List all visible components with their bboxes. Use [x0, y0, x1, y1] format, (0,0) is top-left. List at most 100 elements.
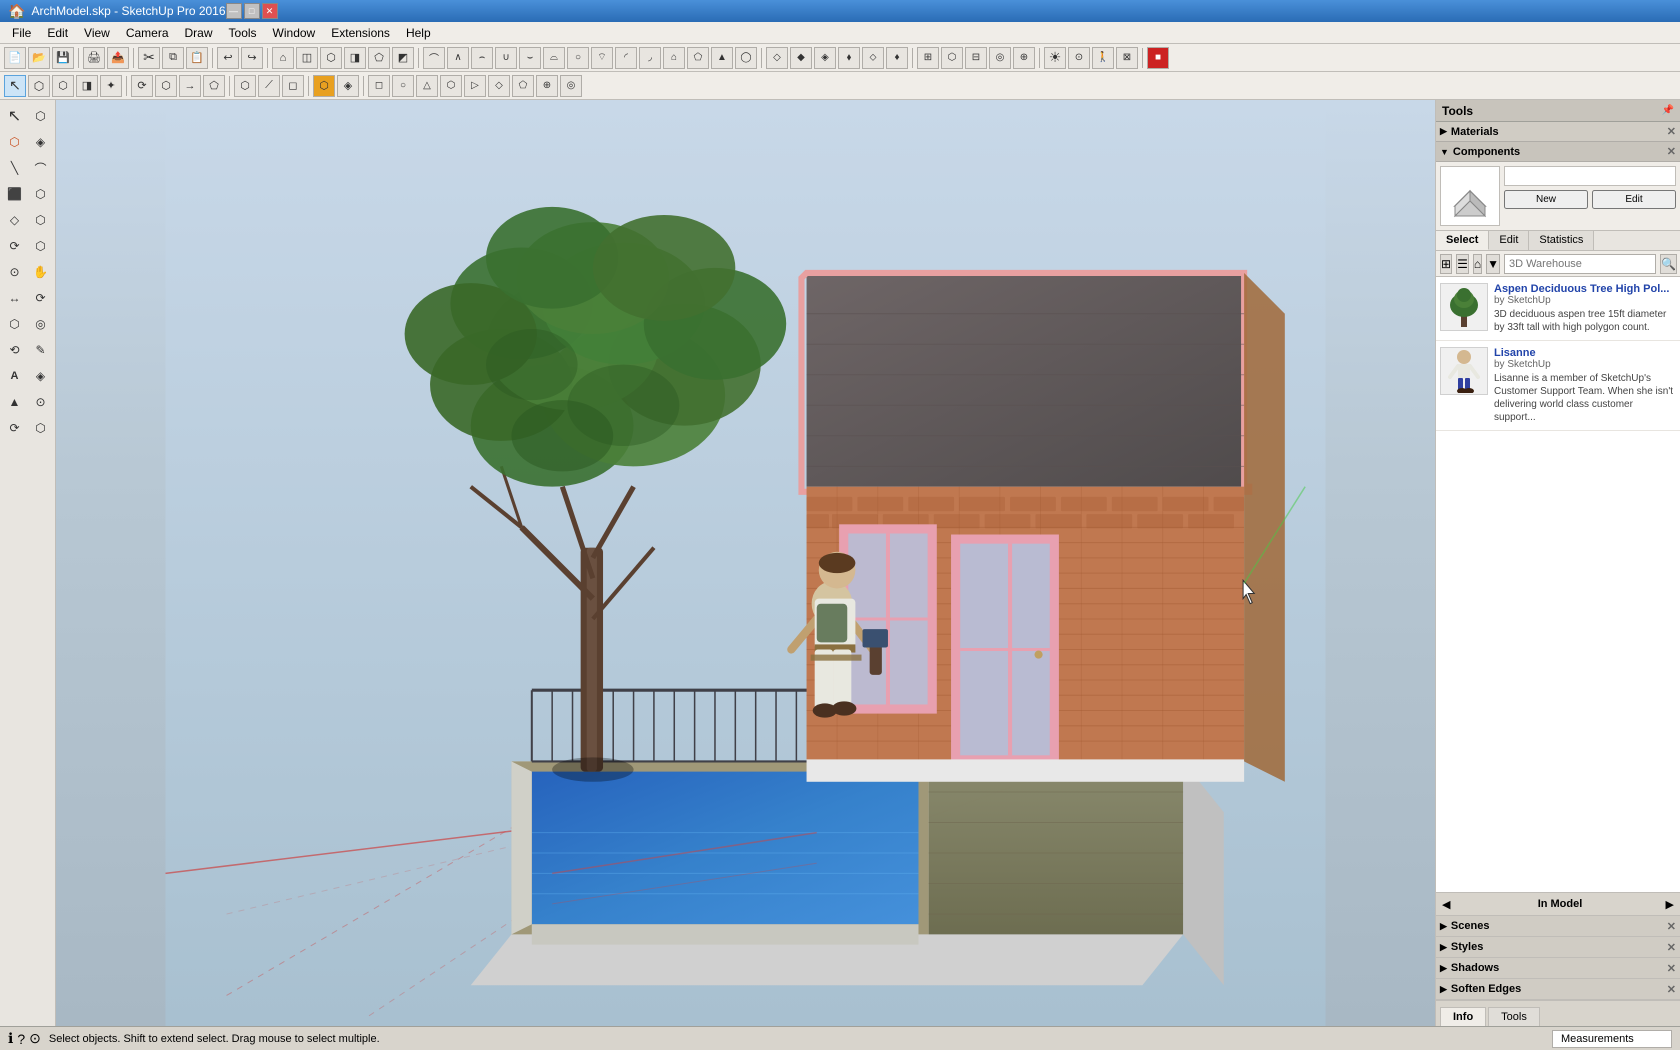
- tb-pentagon[interactable]: ⬠: [687, 47, 709, 69]
- tb-eraser[interactable]: ⬡: [52, 75, 74, 97]
- warehouse-search-input[interactable]: [1504, 254, 1656, 274]
- tb-push-pull[interactable]: ⬡: [234, 75, 256, 97]
- tb-s1[interactable]: ◻: [368, 75, 390, 97]
- shape-tool2[interactable]: ⬡: [29, 182, 53, 206]
- tb-arc2[interactable]: ∧: [447, 47, 469, 69]
- extra-tool1[interactable]: ⟳: [3, 416, 27, 440]
- help-icon[interactable]: ?: [17, 1031, 25, 1047]
- text-tool[interactable]: A: [3, 364, 27, 388]
- menu-camera[interactable]: Camera: [118, 24, 177, 42]
- tb-arc5[interactable]: ⌣: [519, 47, 541, 69]
- tb-follow2[interactable]: ◈: [337, 75, 359, 97]
- back-btn[interactable]: ▼: [1486, 254, 1500, 274]
- tb-layers[interactable]: ⊞: [917, 47, 939, 69]
- tb-box1[interactable]: ◫: [296, 47, 318, 69]
- close-button[interactable]: ✕: [262, 3, 278, 19]
- pin-icon[interactable]: 📌: [1662, 105, 1674, 116]
- tb-arc6[interactable]: ⌓: [543, 47, 565, 69]
- tab-info[interactable]: Info: [1440, 1007, 1486, 1026]
- paint-tool[interactable]: ⬡: [3, 130, 27, 154]
- preview-name-input[interactable]: [1504, 166, 1676, 186]
- push-pull-tool[interactable]: ⟳: [3, 234, 27, 258]
- components-section-header[interactable]: ▼ Components ✕: [1436, 142, 1680, 162]
- tape-tool[interactable]: ✎: [29, 338, 53, 362]
- scenes-close[interactable]: ✕: [1667, 920, 1676, 933]
- tb-box3[interactable]: ◨: [344, 47, 366, 69]
- tb-s4[interactable]: ⬡: [440, 75, 462, 97]
- tb-export[interactable]: 📤: [107, 47, 129, 69]
- menu-extensions[interactable]: Extensions: [323, 24, 398, 42]
- menu-tools[interactable]: Tools: [221, 24, 265, 42]
- tb-3d[interactable]: ◩: [392, 47, 414, 69]
- shape-tool1[interactable]: ⬛: [3, 182, 27, 206]
- view-list-btn[interactable]: ☰: [1456, 254, 1469, 274]
- soften-edges-header[interactable]: ▶ Soften Edges ✕: [1436, 979, 1680, 999]
- paint-tool2[interactable]: ◈: [29, 130, 53, 154]
- materials-close[interactable]: ✕: [1667, 125, 1676, 138]
- styles-header[interactable]: ▶ Styles ✕: [1436, 937, 1680, 957]
- soften-edges-close[interactable]: ✕: [1667, 983, 1676, 996]
- tb-push-pull2[interactable]: ⬡: [313, 75, 335, 97]
- look-tool[interactable]: ◎: [29, 312, 53, 336]
- tb-paint[interactable]: ◨: [76, 75, 98, 97]
- measurements-field[interactable]: Measurements: [1552, 1030, 1672, 1048]
- tab-tools-bottom[interactable]: Tools: [1488, 1007, 1540, 1026]
- axis-tool[interactable]: ▲: [3, 390, 27, 414]
- info-icon[interactable]: ℹ: [8, 1030, 13, 1047]
- shadows-close[interactable]: ✕: [1667, 962, 1676, 975]
- tb-s2[interactable]: ○: [392, 75, 414, 97]
- tb-arc10[interactable]: ⌂: [663, 47, 685, 69]
- tb-house[interactable]: ⌂: [272, 47, 294, 69]
- menu-view[interactable]: View: [76, 24, 118, 42]
- tb-s6[interactable]: ◇: [488, 75, 510, 97]
- tb-section[interactable]: ⊠: [1116, 47, 1138, 69]
- tb-line[interactable]: ⟋: [258, 75, 280, 97]
- tb-components-btn[interactable]: ⬡: [941, 47, 963, 69]
- tb-box2[interactable]: ⬡: [320, 47, 342, 69]
- tb-component-tool[interactable]: ⬡: [28, 75, 50, 97]
- walk-tool[interactable]: ⬡: [3, 312, 27, 336]
- component-item-0[interactable]: Aspen Deciduous Tree High Pol... by Sket…: [1436, 277, 1680, 341]
- tb-s9[interactable]: ◎: [560, 75, 582, 97]
- view-grid-btn[interactable]: ⊞: [1440, 254, 1452, 274]
- tb-sun[interactable]: ☀: [1044, 47, 1066, 69]
- tb-scenes[interactable]: ⊕: [1013, 47, 1035, 69]
- tb-poly1[interactable]: ▲: [711, 47, 733, 69]
- extra-tool2[interactable]: ⬡: [29, 416, 53, 440]
- scenes-header[interactable]: ▶ Scenes ✕: [1436, 916, 1680, 936]
- zoom-tool2[interactable]: ⟳: [29, 286, 53, 310]
- tb-s5[interactable]: ▷: [464, 75, 486, 97]
- tb-undo[interactable]: ↩: [217, 47, 239, 69]
- search-button[interactable]: 🔍: [1660, 254, 1677, 274]
- tab-select[interactable]: Select: [1436, 231, 1489, 250]
- tb-move[interactable]: ✦: [100, 75, 122, 97]
- tb-red-indicator[interactable]: ■: [1147, 47, 1169, 69]
- pan-tool[interactable]: ✋: [29, 260, 53, 284]
- tb-gem2[interactable]: ◆: [790, 47, 812, 69]
- tb-box4[interactable]: ⬠: [368, 47, 390, 69]
- tb-gem1[interactable]: ◇: [766, 47, 788, 69]
- tb-gem6[interactable]: ♦: [886, 47, 908, 69]
- tb-gem5[interactable]: ⬦: [862, 47, 884, 69]
- select-tool[interactable]: ↖: [3, 104, 27, 128]
- tool5[interactable]: ◇: [3, 208, 27, 232]
- tb-redo[interactable]: ↪: [241, 47, 263, 69]
- tb-walk[interactable]: 🚶: [1092, 47, 1114, 69]
- tb-styles[interactable]: ◎: [989, 47, 1011, 69]
- tb-arc4[interactable]: ∪: [495, 47, 517, 69]
- tb-s3[interactable]: △: [416, 75, 438, 97]
- tb-arc1[interactable]: ⌒: [423, 47, 445, 69]
- tab-edit[interactable]: Edit: [1489, 231, 1529, 250]
- tb-save[interactable]: 💾: [52, 47, 74, 69]
- tb-s8[interactable]: ⊕: [536, 75, 558, 97]
- tb-print[interactable]: 🖨: [83, 47, 105, 69]
- styles-close[interactable]: ✕: [1667, 941, 1676, 954]
- tb-gem4[interactable]: ⬧: [838, 47, 860, 69]
- tb-geo[interactable]: ⊙: [1068, 47, 1090, 69]
- tb-poly2[interactable]: ◯: [735, 47, 757, 69]
- tb-open[interactable]: 📂: [28, 47, 50, 69]
- menu-file[interactable]: File: [4, 24, 39, 42]
- tb-copy[interactable]: ⧉: [162, 47, 184, 69]
- position-tool[interactable]: ⟲: [3, 338, 27, 362]
- canvas-area[interactable]: [56, 100, 1435, 1026]
